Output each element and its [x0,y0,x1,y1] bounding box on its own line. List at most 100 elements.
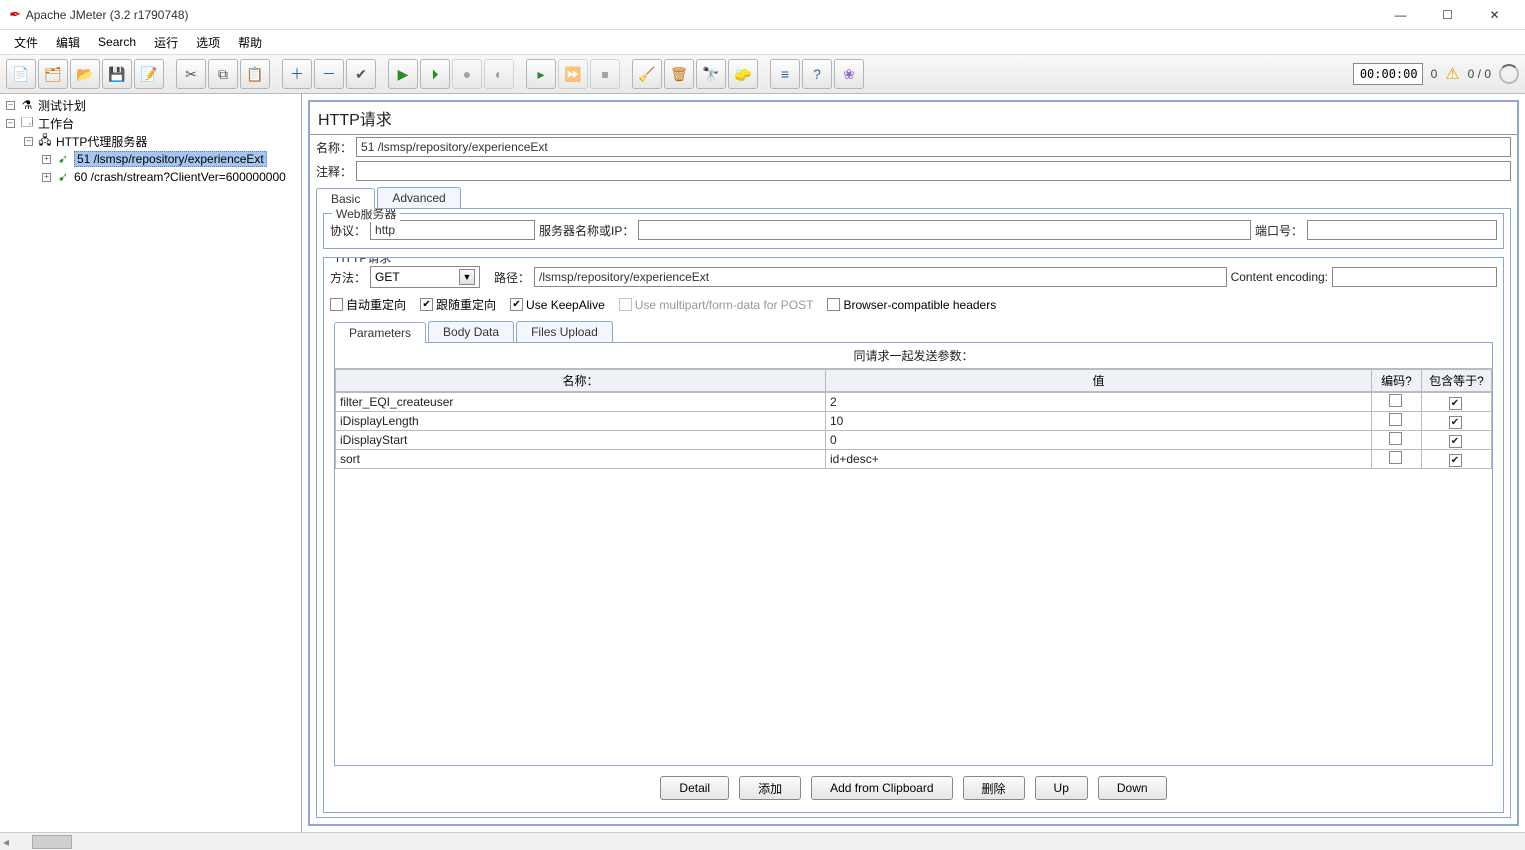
toggle-icon[interactable]: ✔ [346,59,376,89]
reset-search-icon[interactable]: 🧽 [728,59,758,89]
table-row[interactable]: iDisplayStart0 ✔ [336,431,1492,450]
clear-all-icon[interactable]: 🗑 [664,59,694,89]
menu-run[interactable]: 运行 [146,31,186,54]
method-select[interactable]: GET ▼ [370,266,480,288]
tree-proxy[interactable]: – 🖧 HTTP代理服务器 [0,132,301,150]
cell-value[interactable]: id+desc+ [826,450,1372,469]
cell-name[interactable]: iDisplayStart [336,431,826,450]
tree-toggle-icon[interactable]: – [24,137,33,146]
cell-name[interactable]: filter_EQI_createuser [336,393,826,412]
cell-include[interactable]: ✔ [1422,393,1492,412]
tab-files-upload[interactable]: Files Upload [516,321,613,342]
col-name[interactable]: 名称： [336,370,826,392]
collapse-icon[interactable]: － [314,59,344,89]
tab-basic[interactable]: Basic [316,188,375,209]
cell-include[interactable]: ✔ [1422,450,1492,469]
cut-icon[interactable]: ✂ [176,59,206,89]
save-icon[interactable]: 💾 [102,59,132,89]
tree-toggle-icon[interactable]: + [42,173,51,182]
up-button[interactable]: Up [1035,776,1088,800]
paste-icon[interactable]: 📋 [240,59,270,89]
cell-encode[interactable] [1372,393,1422,412]
menu-search[interactable]: Search [90,32,144,52]
add-button[interactable]: 添加 [739,776,801,800]
tree-toggle-icon[interactable]: + [42,155,51,164]
cell-value[interactable]: 2 [826,393,1372,412]
scroll-left-icon[interactable]: ◂ [0,835,12,849]
expand-icon[interactable]: ＋ [282,59,312,89]
clear-icon[interactable]: 🧹 [632,59,662,89]
down-button[interactable]: Down [1098,776,1167,800]
protocol-input[interactable] [370,220,535,240]
chk-follow-redirect[interactable]: ✔跟随重定向 [420,296,496,313]
stop-icon[interactable]: ● [452,59,482,89]
col-include[interactable]: 包含等于? [1422,370,1492,392]
menu-file[interactable]: 文件 [6,31,46,54]
close-button[interactable]: ✕ [1472,1,1517,29]
cell-encode[interactable] [1372,412,1422,431]
cell-include[interactable]: ✔ [1422,431,1492,450]
start-icon[interactable]: ▶ [388,59,418,89]
search-icon[interactable]: 🔭 [696,59,726,89]
function-helper-icon[interactable]: ≡ [770,59,800,89]
window-title: Apache JMeter (3.2 r1790748) [26,8,1378,22]
remote-start-all-icon[interactable]: ⏩ [558,59,588,89]
method-label: 方法： [330,269,366,286]
menu-edit[interactable]: 编辑 [48,31,88,54]
about-icon[interactable]: ❀ [834,59,864,89]
table-row[interactable]: filter_EQI_createuser2 ✔ [336,393,1492,412]
tree-toggle-icon[interactable]: – [6,119,15,128]
cell-include[interactable]: ✔ [1422,412,1492,431]
col-value[interactable]: 值 [826,370,1372,392]
table-row[interactable]: sortid+desc+ ✔ [336,450,1492,469]
test-plan-tree[interactable]: – ⚗ 测试计划 – 🗔 工作台 – 🖧 HTTP代理服务器 + ➹ 51 /l… [0,94,302,832]
tab-parameters[interactable]: Parameters [334,322,426,343]
tree-test-plan[interactable]: – ⚗ 测试计划 [0,96,301,114]
cell-encode[interactable] [1372,431,1422,450]
cell-value[interactable]: 0 [826,431,1372,450]
cell-value[interactable]: 10 [826,412,1372,431]
tree-sampler-60[interactable]: + ➹ 60 /crash/stream?ClientVer=600000000 [0,168,301,186]
tab-body-data[interactable]: Body Data [428,321,514,342]
cell-name[interactable]: iDisplayLength [336,412,826,431]
open-icon[interactable]: 📂 [70,59,100,89]
encoding-input[interactable] [1332,267,1497,287]
parameters-caption: 同请求一起发送参数： [335,343,1492,369]
chk-browser-compat[interactable]: Browser-compatible headers [827,298,996,312]
minimize-button[interactable]: — [1378,1,1423,29]
tree-workbench[interactable]: – 🗔 工作台 [0,114,301,132]
table-row[interactable]: iDisplayLength10 ✔ [336,412,1492,431]
name-input[interactable] [356,137,1511,157]
proxy-icon: 🖧 [37,133,53,149]
detail-button[interactable]: Detail [660,776,729,800]
chk-keepalive[interactable]: ✔Use KeepAlive [510,298,605,312]
menu-options[interactable]: 选项 [188,31,228,54]
port-input[interactable] [1307,220,1497,240]
tree-toggle-icon[interactable]: – [6,101,15,110]
tree-sampler-51[interactable]: + ➹ 51 /lsmsp/repository/experienceExt [0,150,301,168]
server-input[interactable] [638,220,1251,240]
warning-icon[interactable]: ⚠ [1445,64,1459,84]
remote-stop-icon[interactable]: ⏹ [590,59,620,89]
copy-icon[interactable]: ⧉ [208,59,238,89]
chk-auto-redirect[interactable]: 自动重定向 [330,296,406,313]
cell-name[interactable]: sort [336,450,826,469]
scroll-thumb[interactable] [32,835,72,849]
col-encode[interactable]: 编码? [1372,370,1422,392]
tab-advanced[interactable]: Advanced [377,187,460,208]
tree-scrollbar[interactable]: ◂ [0,832,1525,850]
menu-help[interactable]: 帮助 [230,31,270,54]
help-icon[interactable]: ? [802,59,832,89]
start-no-timers-icon[interactable]: ⏵ [420,59,450,89]
remote-start-icon[interactable]: ▸ [526,59,556,89]
path-input[interactable] [534,267,1227,287]
cell-encode[interactable] [1372,450,1422,469]
add-clipboard-button[interactable]: Add from Clipboard [811,776,952,800]
delete-button[interactable]: 删除 [963,776,1025,800]
templates-icon[interactable]: 🗂 [38,59,68,89]
new-icon[interactable]: 📄 [6,59,36,89]
save-as-icon[interactable]: 📝 [134,59,164,89]
shutdown-icon[interactable]: ◐ [484,59,514,89]
maximize-button[interactable]: ☐ [1425,1,1470,29]
comment-input[interactable] [356,161,1511,181]
